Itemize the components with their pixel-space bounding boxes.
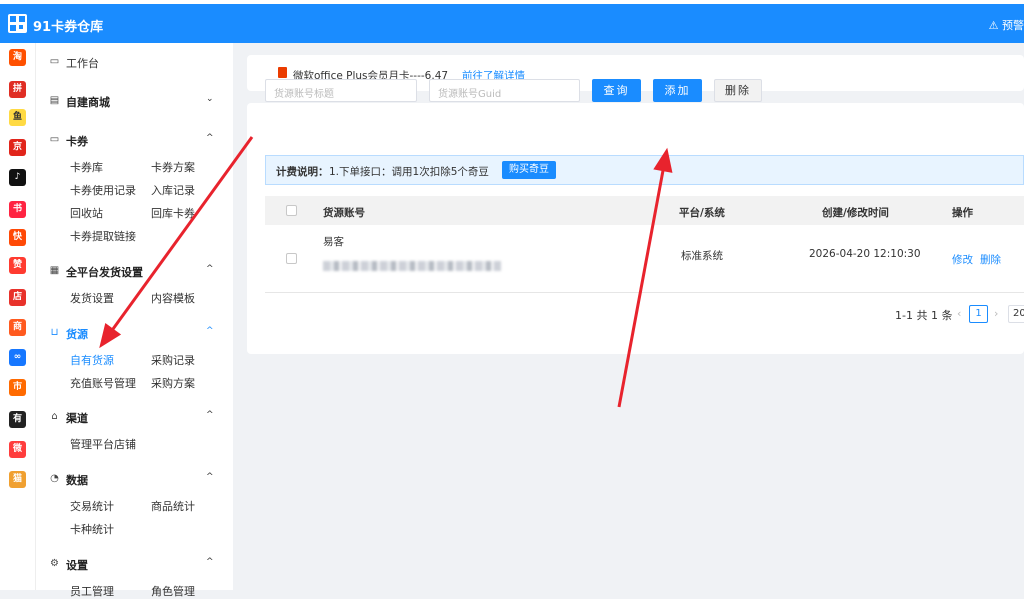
mascot-icon[interactable]: 猫 (9, 471, 26, 488)
billing-label: 计费说明： (276, 166, 329, 178)
link-icon[interactable]: ∞ (9, 349, 26, 366)
weidian-icon[interactable]: 微 (9, 441, 26, 458)
row-platform: 标准系统 (681, 250, 723, 262)
store-front-icon: ▤ (49, 95, 60, 106)
sidebar-item-manage-shops[interactable]: 管理平台店铺 (70, 436, 136, 452)
page-size-select[interactable]: 20 (1008, 305, 1024, 323)
sidebar-section-channel[interactable]: 渠道 (66, 410, 88, 426)
add-button[interactable]: 添加 (653, 79, 702, 102)
app-title: 91卡券仓库 (33, 20, 104, 35)
sidebar-item-roles[interactable]: 角色管理 (151, 583, 195, 599)
platform-rail: 淘拼鱼京 ♪ 书快赞店商 ∞ 市有微猫 (0, 43, 36, 590)
sidebar-item-recharge-accounts[interactable]: 充值账号管理 (70, 375, 136, 391)
sidebar-item-product-stats[interactable]: 商品统计 (151, 498, 195, 514)
sidebar-item-content-template[interactable]: 内容模板 (151, 290, 195, 306)
sidebar-item-purchase-plan[interactable]: 采购方案 (151, 375, 195, 391)
market-icon[interactable]: 市 (9, 379, 26, 396)
sidebar-item-extraction-link[interactable]: 卡券提取链接 (70, 228, 136, 244)
buy-beans-button[interactable]: 购买奇豆 (502, 161, 556, 179)
sidebar-item-own-supply[interactable]: 自有货源 (70, 352, 114, 368)
sidebar-item-returned-coupons[interactable]: 回库卡券 (151, 205, 195, 221)
sidebar-item-coupon-usage[interactable]: 卡券使用记录 (70, 182, 136, 198)
column-header-time: 创建/修改时间 (822, 207, 889, 219)
chevron-up-icon[interactable]: ^ (206, 133, 214, 143)
gear-icon: ⚙ (50, 558, 59, 569)
chevron-up-icon[interactable]: ^ (206, 557, 214, 567)
row-account-name: 易客 (323, 236, 344, 248)
sidebar-item-coupon-plan[interactable]: 卡券方案 (151, 159, 195, 175)
sidebar-section-delivery[interactable]: 全平台发货设置 (66, 264, 143, 280)
select-all-checkbox[interactable] (286, 205, 297, 216)
sidebar-item-staff[interactable]: 员工管理 (70, 583, 114, 599)
title-search-input[interactable]: 货源账号标题 (265, 79, 417, 102)
xianyu-icon[interactable]: 鱼 (9, 109, 26, 126)
chevron-up-icon[interactable]: ^ (206, 264, 214, 274)
cart-icon: ⊔ (50, 327, 59, 338)
sidebar-item-recycle-bin[interactable]: 回收站 (70, 205, 103, 221)
sidebar-section-self-mall[interactable]: 自建商城 (66, 94, 110, 110)
redacted-account-id (323, 261, 501, 271)
column-header-account: 货源账号 (323, 207, 365, 219)
guid-search-input[interactable]: 货源账号Guid (429, 79, 580, 102)
app-logo (8, 14, 27, 33)
sidebar-item-workbench[interactable]: 工作台 (66, 55, 99, 71)
top-bar: 91卡券仓库 ⚠ 预警 (0, 4, 1024, 43)
sidebar-item-trade-stats[interactable]: 交易统计 (70, 498, 114, 514)
grid-icon: ▦ (49, 265, 60, 276)
query-button[interactable]: 查询 (592, 79, 641, 102)
store-icon[interactable]: 商 (9, 319, 26, 336)
pinduoduo-icon[interactable]: 拼 (9, 81, 26, 98)
sidebar-section-coupons[interactable]: 卡券 (66, 133, 88, 149)
douyin-icon[interactable]: ♪ (9, 169, 26, 186)
xiaohongshu-icon[interactable]: 书 (9, 201, 26, 218)
prev-page-icon[interactable]: ‹ (957, 307, 961, 320)
page-1-button[interactable]: 1 (969, 305, 988, 323)
shop-icon[interactable]: 店 (9, 289, 26, 306)
row-edit-link[interactable]: 修改 (952, 252, 973, 267)
alert-link[interactable]: ⚠ 预警 (989, 17, 1024, 33)
chevron-down-icon[interactable]: ⌄ (206, 94, 214, 104)
billing-text: 1.下单接口：调用1次扣除5个奇豆 (329, 166, 489, 178)
sidebar-section-supply[interactable]: 货源 (66, 326, 88, 342)
sidebar-section-stats[interactable]: 数据 (66, 472, 88, 488)
sidebar-section-settings[interactable]: 设置 (66, 557, 88, 573)
office-icon (278, 67, 287, 78)
sidebar-item-coupon-library[interactable]: 卡券库 (70, 159, 103, 175)
delete-button[interactable]: 删除 (714, 79, 762, 102)
sidebar: ▭ 工作台 ▤ 自建商城 ⌄ ▭ 卡券 ^ 卡券库 卡券方案 卡券使用记录 入库… (36, 43, 233, 598)
row-delete-link[interactable]: 删除 (980, 252, 1001, 267)
sidebar-item-card-type-stats[interactable]: 卡种统计 (70, 521, 114, 537)
youzan-icon[interactable]: 有 (9, 411, 26, 428)
table-header: 货源账号 平台/系统 创建/修改时间 操作 (265, 196, 1024, 225)
column-header-actions: 操作 (952, 207, 973, 219)
sidebar-item-purchase-records[interactable]: 采购记录 (151, 352, 195, 368)
row-checkbox[interactable] (286, 253, 297, 264)
column-header-platform: 平台/系统 (679, 207, 725, 219)
taobao-icon[interactable]: 淘 (9, 49, 26, 66)
row-divider (265, 292, 1024, 293)
pie-chart-icon: ◔ (50, 473, 59, 484)
card-icon: ▭ (49, 134, 60, 145)
sidebar-item-stock-in-records[interactable]: 入库记录 (151, 182, 195, 198)
alert-label: 预警 (1002, 19, 1024, 32)
chevron-up-icon[interactable]: ^ (206, 410, 214, 420)
pagination-summary: 1-1 共 1 条 (895, 309, 953, 322)
alert-icon: ⚠ (988, 19, 1002, 32)
chevron-up-icon[interactable]: ^ (206, 326, 214, 336)
sidebar-item-delivery-settings[interactable]: 发货设置 (70, 290, 114, 306)
monitor-icon: ▭ (49, 56, 60, 67)
bag-icon: ⌂ (51, 411, 58, 422)
kuaishou-icon[interactable]: 快 (9, 229, 26, 246)
billing-notice: 计费说明： 1.下单接口：调用1次扣除5个奇豆 购买奇豆 (265, 155, 1024, 185)
row-time: 2026-04-20 12:10:30 (809, 248, 921, 260)
jd-icon[interactable]: 京 (9, 139, 26, 156)
chevron-up-icon[interactable]: ^ (206, 472, 214, 482)
next-page-icon[interactable]: › (994, 307, 998, 320)
thumb-icon[interactable]: 赞 (9, 257, 26, 274)
